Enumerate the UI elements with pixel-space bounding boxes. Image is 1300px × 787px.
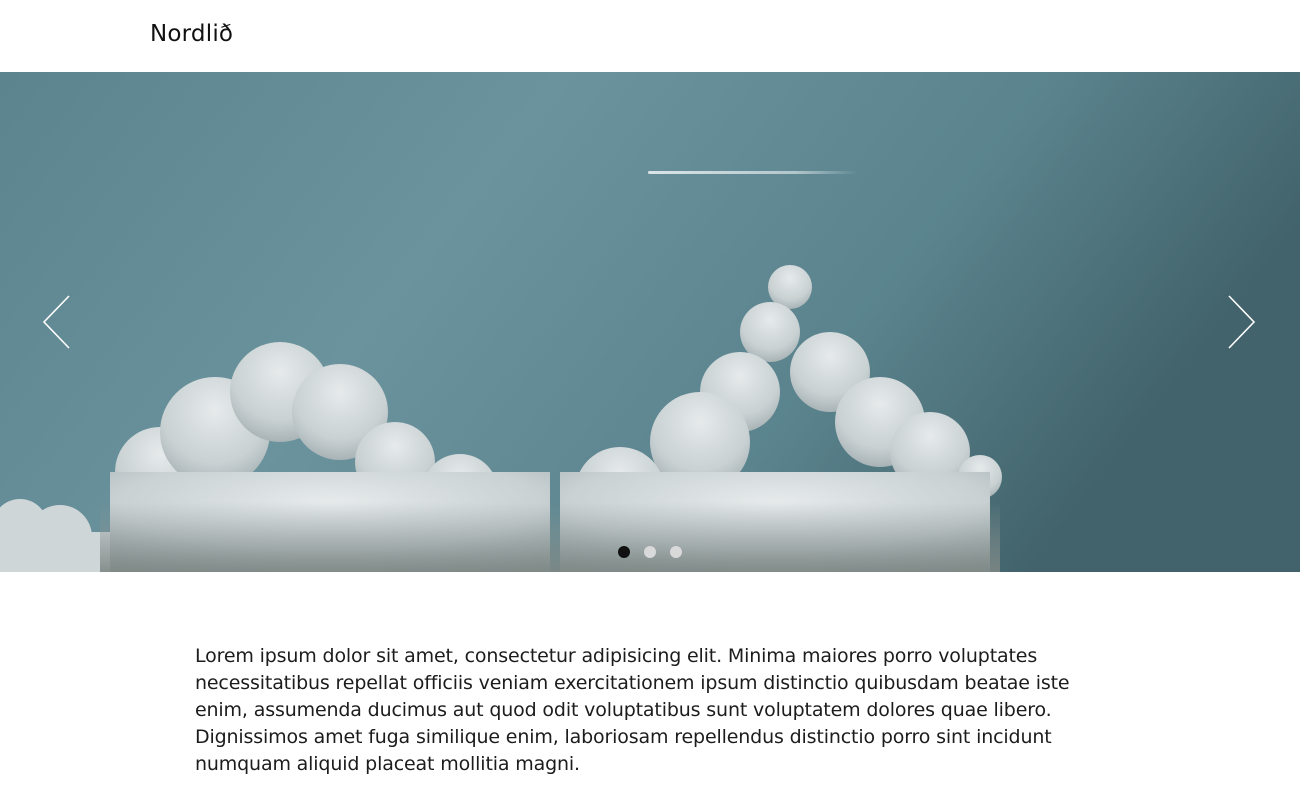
chevron-right-icon	[1228, 295, 1256, 349]
main-content: Lorem ipsum dolor sit amet, consectetur …	[195, 643, 1075, 778]
slider-dot-1[interactable]	[618, 546, 630, 558]
site-header: Nordlið	[0, 0, 1300, 72]
slider-pagination	[0, 546, 1300, 558]
slider-dot-3[interactable]	[670, 546, 682, 558]
slider-next-button[interactable]	[1222, 294, 1262, 350]
hero-slider[interactable]	[0, 72, 1300, 572]
slide-image	[0, 72, 1300, 572]
slider-prev-button[interactable]	[36, 294, 76, 350]
brand-logo[interactable]: Nordlið	[150, 21, 233, 47]
chevron-left-icon	[42, 295, 70, 349]
intro-paragraph: Lorem ipsum dolor sit amet, consectetur …	[195, 645, 1070, 775]
slider-dot-2[interactable]	[644, 546, 656, 558]
